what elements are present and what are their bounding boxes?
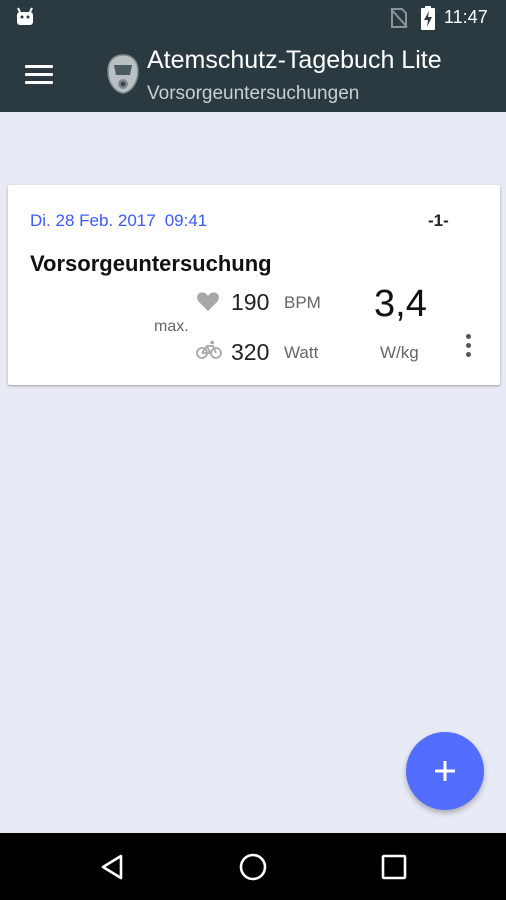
exam-card[interactable]: Di. 28 Feb. 2017 09:41 -1- Vorsorgeunters… (8, 185, 500, 385)
navigation-bar (0, 833, 506, 900)
hamburger-menu-icon[interactable] (17, 53, 61, 95)
card-title: Vorsorgeuntersuchung (30, 251, 272, 276)
back-icon[interactable] (99, 853, 125, 881)
bicycle-icon (196, 340, 222, 359)
card-time: 09:41 (164, 211, 208, 230)
add-button[interactable] (406, 732, 484, 810)
home-icon[interactable] (238, 852, 268, 882)
battery-charging-icon (421, 6, 435, 30)
status-bar: 11:47 (0, 0, 506, 35)
app-bar: Atemschutz-Tagebuch Lite Vorsorgeuntersu… (0, 35, 506, 112)
pulse-value: 190 (231, 289, 270, 315)
ratio-unit: W/kg (380, 343, 419, 362)
android-icon (17, 7, 33, 25)
status-time: 11:47 (444, 7, 488, 27)
card-date: Di. 28 Feb. 2017 (30, 211, 156, 230)
power-unit: Watt (284, 343, 319, 362)
recents-icon[interactable] (381, 854, 407, 880)
respirator-mask-icon (107, 54, 139, 94)
heart-icon (197, 292, 219, 311)
power-value: 320 (231, 339, 270, 365)
card-date-time: Di. 28 Feb. 2017 09:41 (30, 211, 207, 231)
card-index: -1- (428, 211, 449, 230)
ratio-value: 3,4 (374, 283, 427, 325)
app-subtitle: Vorsorgeuntersuchungen (147, 83, 360, 104)
more-vert-icon[interactable] (456, 330, 480, 360)
pulse-unit: BPM (284, 293, 321, 312)
plus-icon (435, 761, 455, 781)
no-sim-icon (390, 8, 408, 28)
app-title: Atemschutz-Tagebuch Lite (147, 46, 442, 74)
max-label: max. (154, 318, 189, 335)
